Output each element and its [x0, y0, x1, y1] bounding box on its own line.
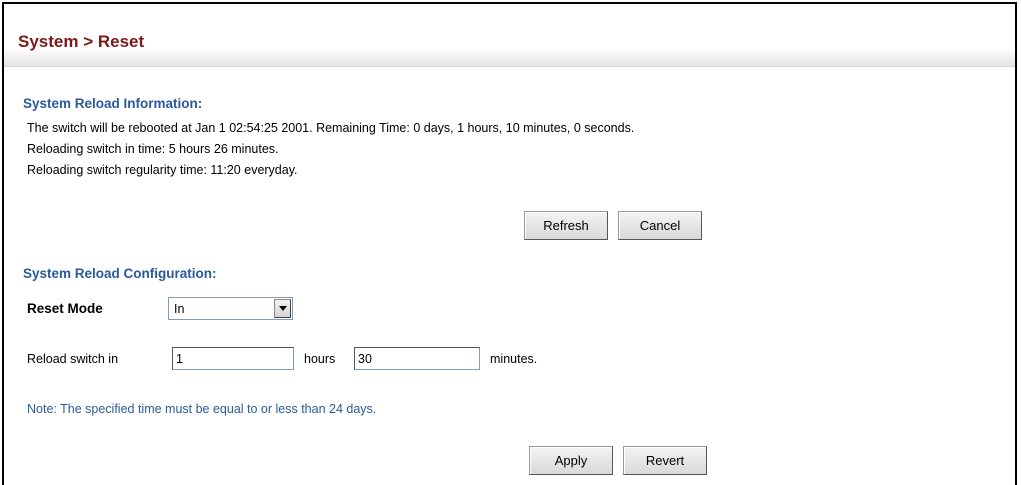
reload-in-label: Reload switch in [27, 352, 119, 366]
page-frame: System > Reset System Reload Information… [2, 2, 1017, 485]
cancel-button[interactable]: Cancel [618, 211, 702, 240]
reload-info-heading: System Reload Information: [23, 96, 203, 111]
apply-button[interactable]: Apply [529, 446, 613, 475]
reload-info-line-schedule: The switch will be rebooted at Jan 1 02:… [27, 121, 635, 135]
reload-config-heading: System Reload Configuration: [23, 266, 217, 281]
time-limit-note: Note: The specified time must be equal t… [27, 402, 377, 416]
hours-input[interactable] [172, 347, 294, 370]
page-title: System > Reset [18, 32, 145, 51]
reset-mode-value: In [174, 302, 185, 316]
reset-mode-select[interactable]: In [168, 297, 293, 320]
hours-label: hours [304, 352, 336, 366]
minutes-label: minutes. [490, 352, 538, 366]
refresh-button[interactable]: Refresh [524, 211, 608, 240]
revert-button[interactable]: Revert [623, 446, 707, 475]
reload-info-line-regularity: Reloading switch regularity time: 11:20 … [27, 163, 298, 177]
title-bar: System > Reset [4, 4, 1015, 67]
reset-mode-label: Reset Mode [27, 301, 103, 316]
chevron-down-icon[interactable] [274, 299, 291, 318]
minutes-input[interactable] [354, 347, 480, 370]
reload-info-line-time: Reloading switch in time: 5 hours 26 min… [27, 142, 279, 156]
